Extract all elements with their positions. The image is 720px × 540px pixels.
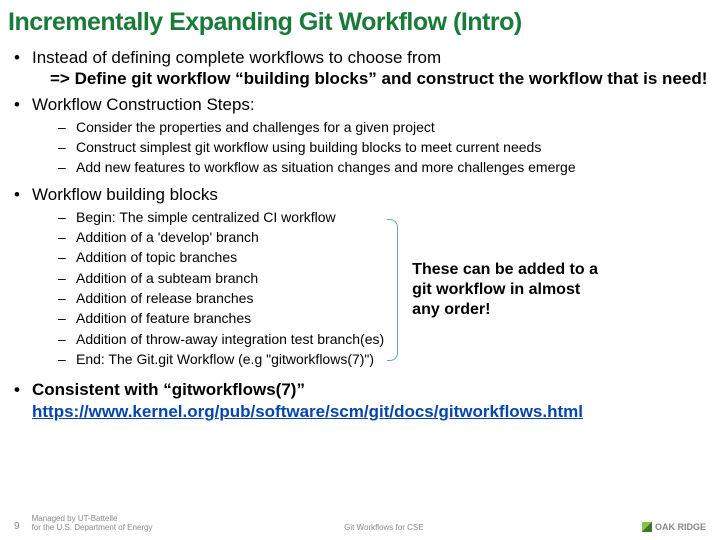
block-item: Addition of release branches <box>58 288 384 308</box>
block-item: Begin: The simple centralized CI workflo… <box>58 207 384 227</box>
consistent-text: Consistent with “gitworkflows(7)” <box>32 380 305 399</box>
construction-step: Consider the properties and challenges f… <box>58 117 712 137</box>
bullet-intro-line2: => Define git workflow “building blocks”… <box>32 68 712 89</box>
block-item: Addition of a subteam branch <box>58 268 384 288</box>
blocks-row: Begin: The simple centralized CI workflo… <box>32 205 712 375</box>
block-item: Addition of a 'develop' branch <box>58 227 384 247</box>
construction-step: Add new features to workflow as situatio… <box>58 157 712 177</box>
leaf-icon <box>642 522 652 532</box>
blocks-heading: Workflow building blocks <box>32 185 218 204</box>
ornl-logo: OAK RIDGE <box>642 522 706 532</box>
logo-text: OAK RIDGE <box>655 522 706 532</box>
block-item: Addition of feature branches <box>58 308 384 328</box>
slide-title: Incrementally Expanding Git Workflow (In… <box>8 8 712 37</box>
block-item: End: The Git.git Workflow (e.g "gitworkf… <box>58 349 384 369</box>
bullet-intro-line1: Instead of defining complete workflows t… <box>32 48 441 67</box>
brace-icon <box>386 219 406 361</box>
bullet-list: Instead of defining complete workflows t… <box>8 47 712 422</box>
gitworkflows-link[interactable]: https://www.kernel.org/pub/software/scm/… <box>32 402 583 421</box>
footer-title: Git Workflows for CSE <box>344 523 423 532</box>
footer-org-line2: for the U.S. Department of Energy <box>32 523 153 532</box>
footer: 9 Managed by UT-Battelle for the U.S. De… <box>14 514 706 532</box>
footer-org-line1: Managed by UT-Battelle <box>32 514 118 523</box>
footer-org: Managed by UT-Battelle for the U.S. Depa… <box>32 514 153 532</box>
bullet-construction: Workflow Construction Steps: Consider th… <box>8 94 712 178</box>
bullet-intro: Instead of defining complete workflows t… <box>8 47 712 90</box>
construction-heading: Workflow Construction Steps: <box>32 95 255 114</box>
block-item: Addition of topic branches <box>58 247 384 267</box>
construction-steps: Consider the properties and challenges f… <box>58 117 712 178</box>
slide: Incrementally Expanding Git Workflow (In… <box>0 0 720 540</box>
bullet-blocks: Workflow building blocks Begin: The simp… <box>8 184 712 376</box>
blocks-list: Begin: The simple centralized CI workflo… <box>58 207 384 369</box>
page-number: 9 <box>14 521 20 532</box>
block-item: Addition of throw-away integration test … <box>58 329 384 349</box>
bullet-consistent: Consistent with “gitworkflows(7)” https:… <box>8 379 712 422</box>
blocks-side-note: These can be added to a git workflow in … <box>412 260 612 320</box>
construction-step: Construct simplest git workflow using bu… <box>58 137 712 157</box>
